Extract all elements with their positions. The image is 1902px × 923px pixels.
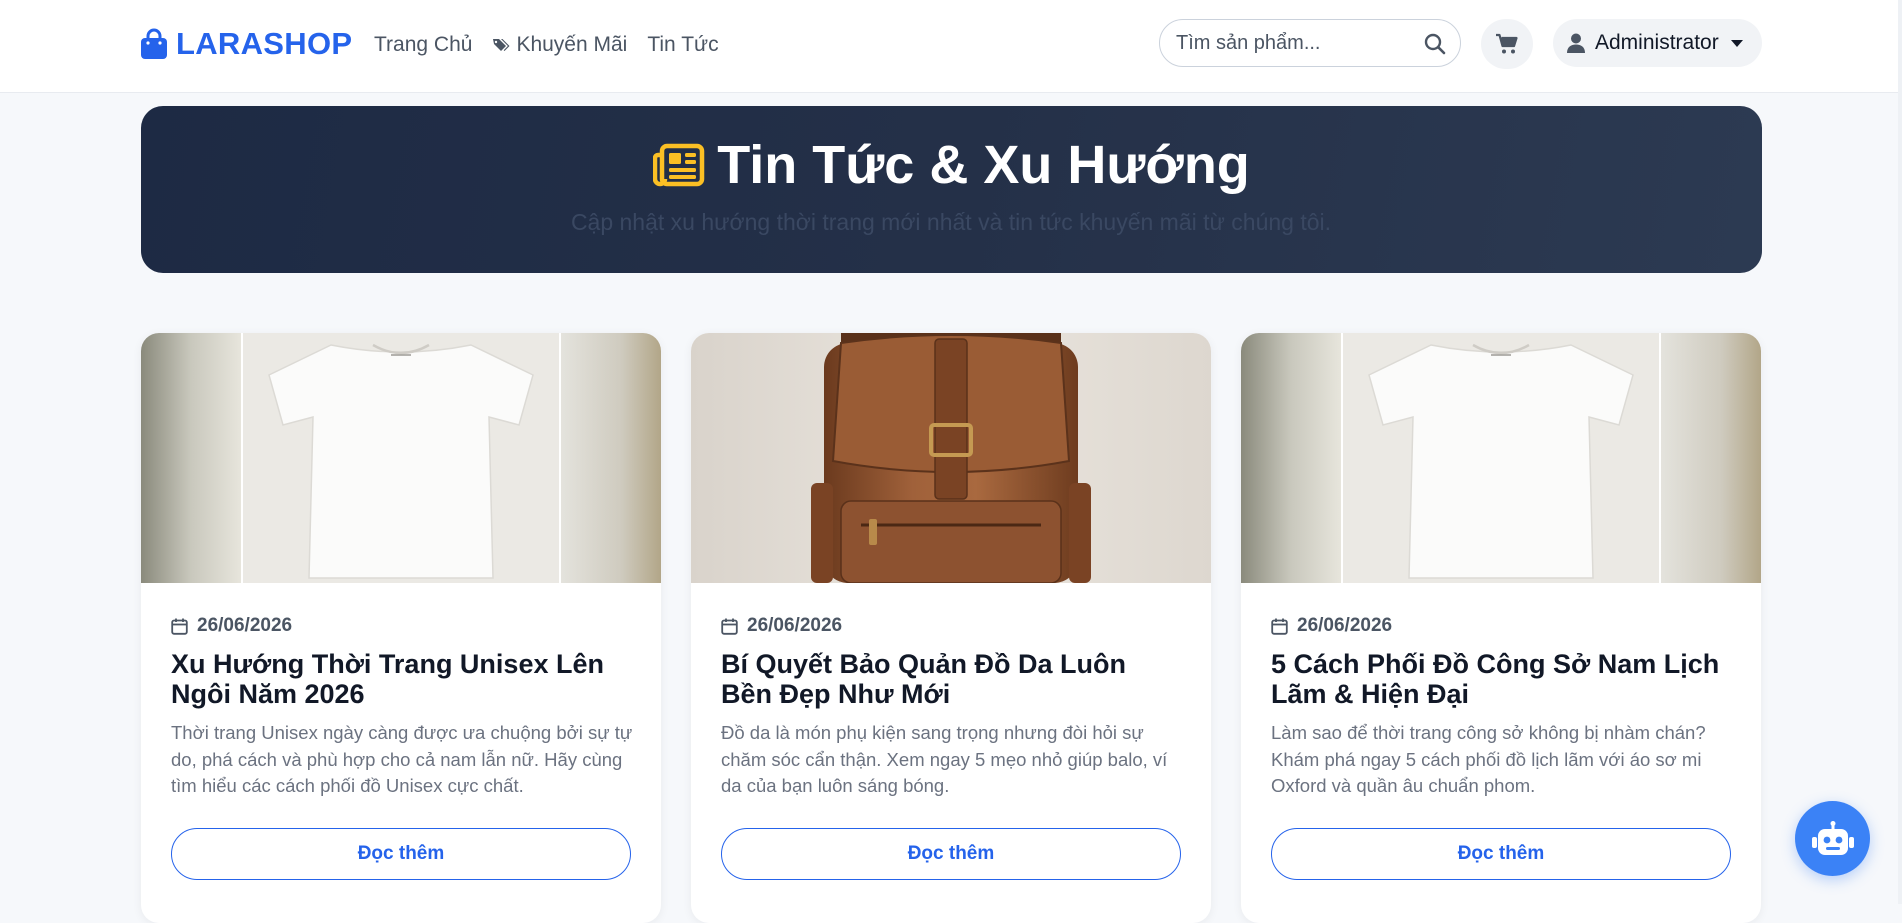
article-title[interactable]: Bí Quyết Bảo Quản Đồ Da Luôn Bền Đẹp Như…: [721, 649, 1181, 709]
nav-promotions-label: Khuyến Mãi: [516, 33, 628, 56]
article-image[interactable]: [1241, 333, 1761, 583]
nav-home-label: Trang Chủ: [374, 33, 473, 56]
newspaper-icon: [653, 143, 705, 187]
article-card: 26/06/2026 Bí Quyết Bảo Quản Đồ Da Luôn …: [691, 333, 1211, 923]
article-excerpt: Làm sao để thời trang công sở không bị n…: [1271, 722, 1706, 796]
search-button[interactable]: [1422, 31, 1448, 57]
article-image[interactable]: [691, 333, 1211, 583]
brand-name: LARASHOP: [176, 26, 353, 61]
calendar-icon: [171, 618, 188, 635]
cart-button[interactable]: [1481, 19, 1533, 69]
cart-icon: [1496, 33, 1518, 54]
user-menu-button[interactable]: Administrator: [1553, 19, 1762, 67]
shopping-bag-icon: [141, 28, 167, 59]
search-box: [1159, 19, 1461, 67]
calendar-icon: [721, 618, 738, 635]
read-more-button[interactable]: Đọc thêm: [1271, 828, 1731, 880]
nav-promotions[interactable]: Khuyến Mãi: [492, 33, 627, 57]
article-date: 26/06/2026: [1271, 615, 1392, 637]
chevron-down-icon: [1730, 39, 1743, 47]
nav-home[interactable]: Trang Chủ: [374, 33, 472, 57]
article-date: 26/06/2026: [721, 615, 842, 637]
hero-banner: Tin Tức & Xu Hướng: [141, 106, 1762, 273]
article-date-text: 26/06/2026: [197, 615, 293, 636]
robot-icon: [1811, 820, 1854, 855]
article-date-text: 26/06/2026: [747, 615, 843, 636]
article-image[interactable]: [141, 333, 661, 583]
nav-news[interactable]: Tin Tức: [647, 33, 718, 57]
read-more-button[interactable]: Đọc thêm: [721, 828, 1181, 880]
page-title: Tin Tức & Xu Hướng: [141, 134, 1762, 196]
article-date: 26/06/2026: [171, 615, 292, 637]
page-title-text: Tin Tức & Xu Hướng: [717, 135, 1250, 195]
white-tshirt-image: [1241, 333, 1761, 583]
brand-logo[interactable]: LARASHOP: [140, 26, 352, 62]
scrollbar[interactable]: [1898, 0, 1902, 904]
article-date-text: 26/06/2026: [1297, 615, 1393, 636]
user-icon: [1567, 33, 1585, 53]
article-title[interactable]: 5 Cách Phối Đồ Công Sở Nam Lịch Lãm & Hi…: [1271, 649, 1731, 709]
article-excerpt: Đồ da là món phụ kiện sang trọng nhưng đ…: [721, 722, 1168, 796]
search-input[interactable]: [1176, 28, 1406, 58]
article-title[interactable]: Xu Hướng Thời Trang Unisex Lên Ngôi Năm …: [171, 649, 631, 709]
navbar: LARASHOP Trang Chủ Khuyến Mãi Tin Tức Tì…: [0, 0, 1902, 93]
article-excerpt: Thời trang Unisex ngày càng được ưa chuộ…: [171, 722, 633, 796]
read-more-button[interactable]: Đọc thêm: [171, 828, 631, 880]
leather-backpack-image: [691, 333, 1211, 583]
article-card: 26/06/2026 5 Cách Phối Đồ Công Sở Nam Lị…: [1241, 333, 1761, 923]
white-tshirt-image: [141, 333, 661, 583]
calendar-icon: [1271, 618, 1288, 635]
tags-icon: [493, 39, 510, 51]
chatbot-button[interactable]: [1795, 801, 1870, 876]
search-icon: [1424, 33, 1446, 55]
page-subtitle: Cập nhật xu hướng thời trang mới nhất và…: [570, 209, 1332, 235]
user-name: Administrator: [1595, 31, 1719, 54]
article-card: 26/06/2026 Xu Hướng Thời Trang Unisex Lê…: [141, 333, 661, 923]
main-nav: Trang Chủ Khuyến Mãi Tin Tức: [374, 30, 719, 60]
nav-news-label: Tin Tức: [647, 33, 719, 56]
